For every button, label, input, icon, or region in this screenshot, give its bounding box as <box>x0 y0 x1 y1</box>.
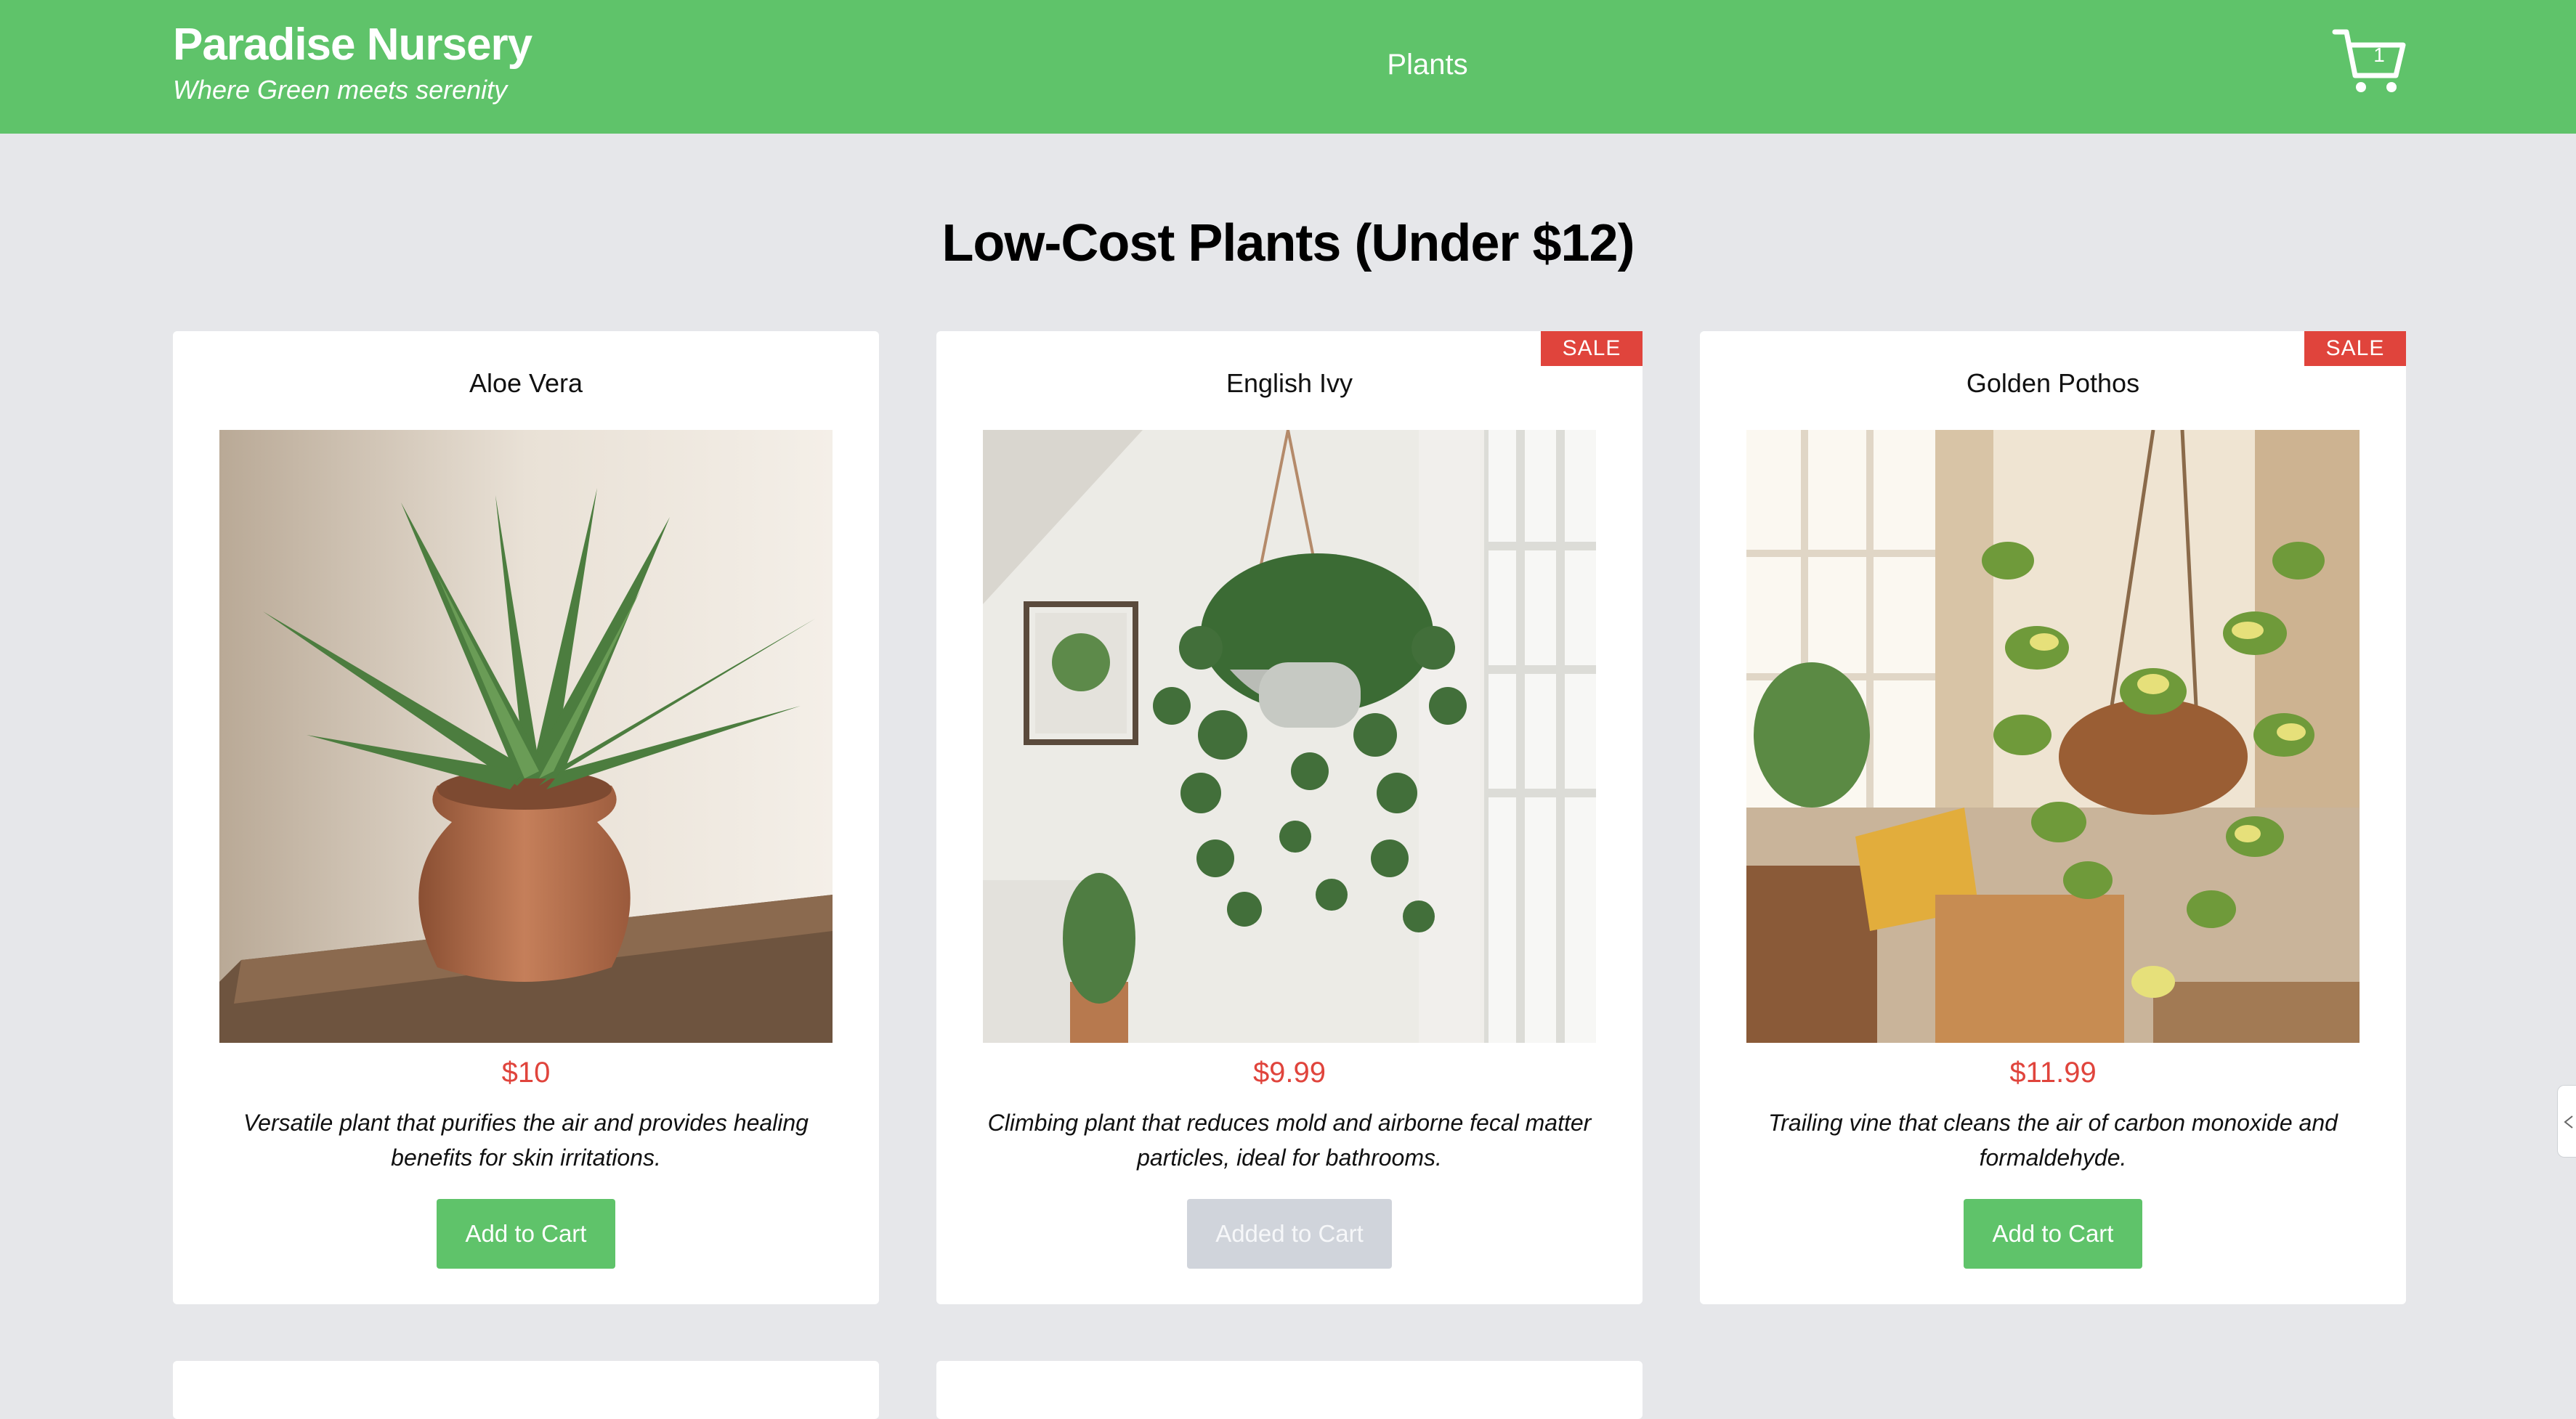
brand-tagline: Where Green meets serenity <box>173 75 508 105</box>
product-card-golden-pothos: SALE Golden Pothos $11.99 Trailing vine … <box>1700 331 2406 1304</box>
product-card-aloe-vera: Aloe Vera $10 Versatile plant that purif… <box>173 331 879 1304</box>
sale-badge: SALE <box>2304 331 2406 366</box>
chevron-icon <box>2564 1115 2573 1129</box>
product-image-golden-pothos <box>1746 430 2360 1043</box>
edge-tab[interactable] <box>2557 1085 2576 1158</box>
section-title: Low-Cost Plants (Under $12) <box>941 214 1635 272</box>
product-description: Versatile plant that purifies the air an… <box>243 1110 809 1171</box>
product-name: Golden Pothos <box>1966 368 2140 398</box>
add-to-cart-button[interactable]: Add to Cart <box>1964 1199 2142 1269</box>
navbar: Paradise Nursery Where Green meets seren… <box>0 0 2576 134</box>
product-description: Trailing vine that cleans the air of car… <box>1768 1110 2338 1171</box>
product-image-aloe-vera <box>219 430 833 1043</box>
product-card-partial <box>173 1361 879 1419</box>
added-to-cart-button[interactable]: Added to Cart <box>1187 1199 1392 1269</box>
cart-count: 1 <box>2373 44 2385 66</box>
cart-button[interactable]: 1 <box>2332 25 2407 100</box>
product-name: Aloe Vera <box>469 368 583 398</box>
brand-title[interactable]: Paradise Nursery <box>173 19 532 71</box>
nav-link-plants[interactable]: Plants <box>1380 45 1475 84</box>
product-price: $11.99 <box>2009 1057 2097 1089</box>
product-price: $9.99 <box>1252 1057 1327 1089</box>
sale-badge: SALE <box>1541 331 1643 366</box>
add-to-cart-button[interactable]: Add to Cart <box>437 1199 615 1269</box>
product-description: Climbing plant that reduces mold and air… <box>987 1110 1592 1171</box>
product-image-english-ivy <box>983 430 1596 1043</box>
product-card-english-ivy: SALE English Ivy $9.99 Climbing plant th… <box>936 331 1643 1304</box>
product-price: $10 <box>501 1057 551 1089</box>
brand[interactable]: Paradise Nursery Where Green meets seren… <box>173 19 532 106</box>
product-name: English Ivy <box>1226 368 1353 398</box>
product-card-partial <box>936 1361 1643 1419</box>
